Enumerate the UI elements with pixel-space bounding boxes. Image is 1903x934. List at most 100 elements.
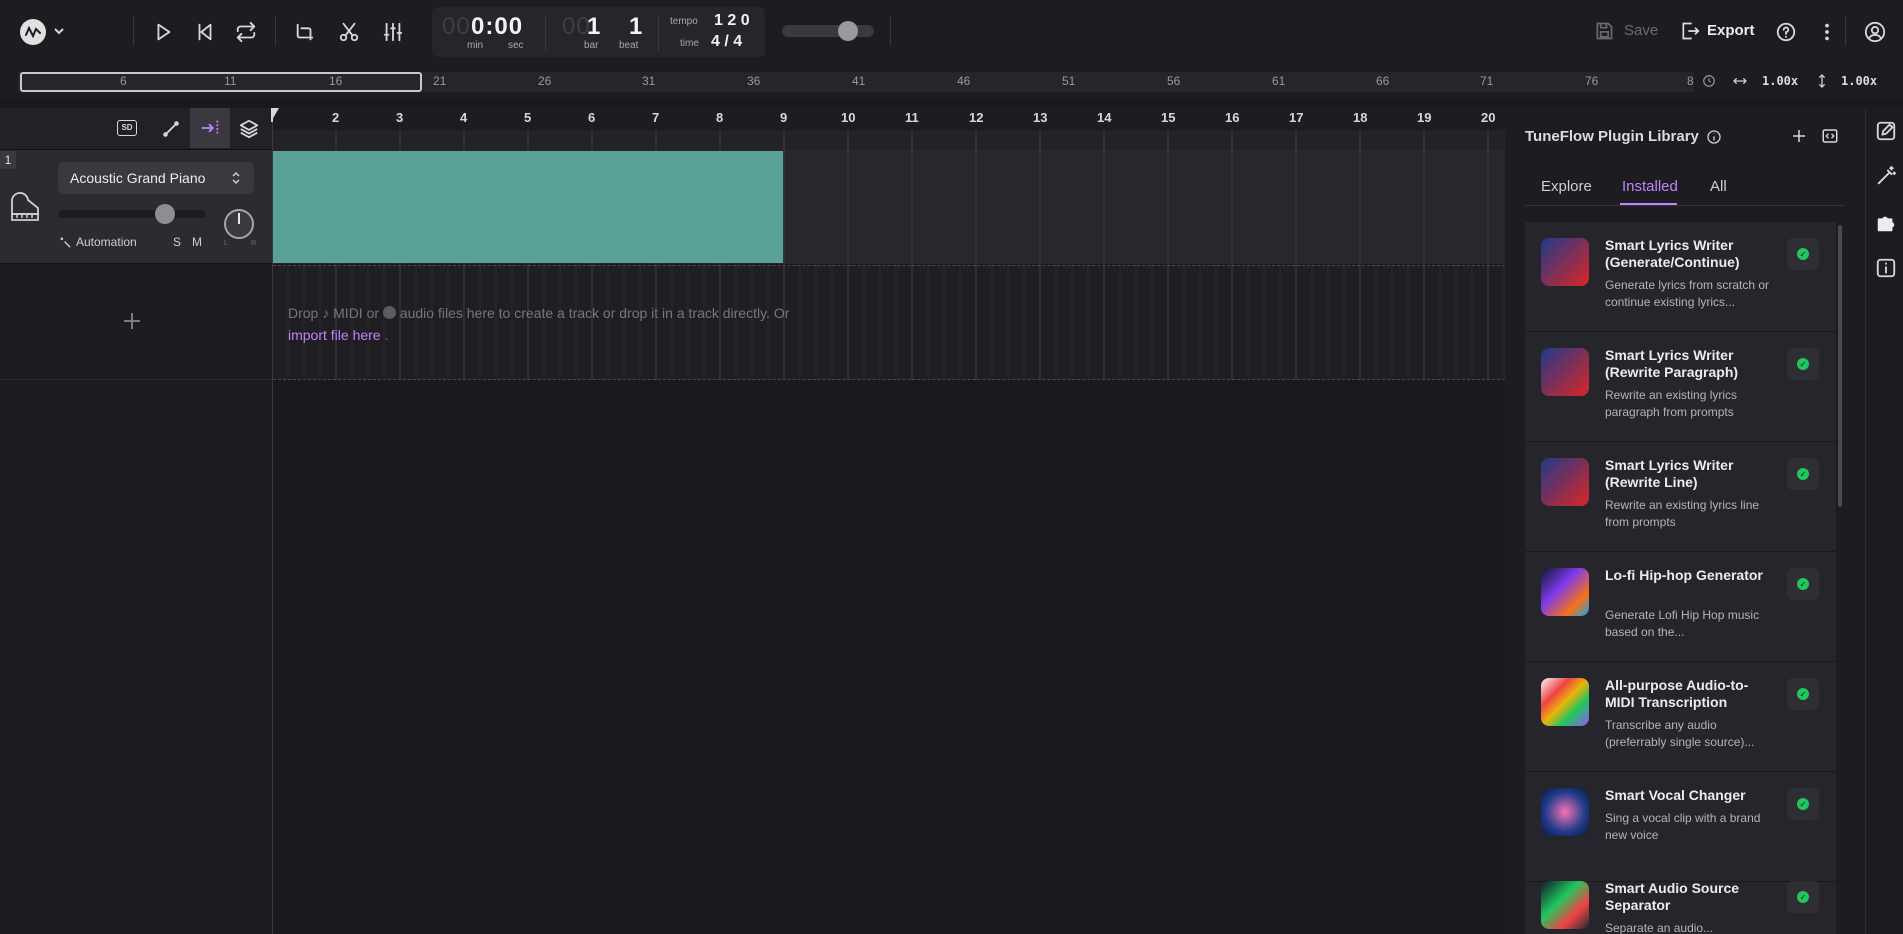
more-vertical-icon xyxy=(1825,23,1829,41)
mixer-button[interactable] xyxy=(379,18,407,46)
import-file-link[interactable]: import file here xyxy=(288,327,381,343)
help-circle-icon xyxy=(1776,22,1796,42)
pan-knob[interactable] xyxy=(224,209,254,239)
sd-icon: SD xyxy=(117,120,137,136)
plugin-icon xyxy=(1541,678,1589,726)
installed-check-button[interactable]: ✓ xyxy=(1787,238,1819,270)
help-button[interactable] xyxy=(1772,18,1800,46)
plugin-icon xyxy=(1541,568,1589,616)
overview-tick-label: 61 xyxy=(1272,74,1286,88)
tempo-label: tempo xyxy=(670,16,698,27)
tempo-value[interactable]: 1 2 0 xyxy=(714,12,750,30)
plugin-card[interactable]: Smart Lyrics Writer (Generate/Continue) G… xyxy=(1525,222,1836,332)
add-plugin-button[interactable] xyxy=(1790,127,1808,150)
loop-button[interactable] xyxy=(232,18,260,46)
ruler-bar-label: 7 xyxy=(652,110,660,125)
vertical-zoom-value[interactable]: 1.00x xyxy=(1841,74,1877,88)
time-signature-value[interactable]: 4 / 4 xyxy=(711,33,742,51)
plugin-card[interactable]: Smart Lyrics Writer (Rewrite Line) Rewrit… xyxy=(1525,442,1836,552)
ruler-bar-label: 17 xyxy=(1289,110,1304,125)
user-circle-icon xyxy=(1864,21,1886,43)
play-button[interactable] xyxy=(149,18,177,46)
ai-tools-button[interactable] xyxy=(1873,163,1899,189)
plugin-list-scrollbar[interactable] xyxy=(1838,225,1842,507)
divider xyxy=(658,15,659,51)
save-button[interactable]: Save xyxy=(1594,21,1670,43)
ruler-bar-label: 14 xyxy=(1097,110,1112,125)
volume-slider[interactable] xyxy=(58,210,206,218)
tab-installed[interactable]: Installed xyxy=(1622,178,1678,195)
installed-check-button[interactable]: ✓ xyxy=(1787,881,1819,913)
export-button[interactable]: Export xyxy=(1679,21,1759,43)
overview-viewport-window[interactable] xyxy=(20,72,422,92)
check-circle-icon: ✓ xyxy=(1797,688,1809,700)
ruler-bar-label: 19 xyxy=(1417,110,1432,125)
export-label: Export xyxy=(1707,22,1755,39)
info-panel-button[interactable] xyxy=(1873,255,1899,281)
installed-check-button[interactable]: ✓ xyxy=(1787,568,1819,600)
overview-tick-label: 6 xyxy=(120,74,127,88)
plugin-card[interactable]: Smart Audio Source Separator Separate an … xyxy=(1525,865,1836,934)
info-icon[interactable] xyxy=(1706,129,1722,150)
pan-knob-indicator xyxy=(238,213,240,224)
snap-to-cursor-button[interactable] xyxy=(190,108,230,148)
volume-slider-thumb[interactable] xyxy=(154,204,175,224)
plugin-description: Sing a vocal clip with a brand new voice xyxy=(1605,811,1761,842)
playhead-marker[interactable] xyxy=(271,108,281,122)
tab-all[interactable]: All xyxy=(1710,178,1727,195)
bar-label: bar xyxy=(584,40,599,51)
installed-check-button[interactable]: ✓ xyxy=(1787,458,1819,490)
plugin-card[interactable]: All-purpose Audio-to-MIDI Transcription T… xyxy=(1525,662,1836,772)
overview-tick-label: 21 xyxy=(433,74,447,88)
dev-plugin-button[interactable] xyxy=(1821,127,1839,150)
installed-check-button[interactable]: ✓ xyxy=(1787,348,1819,380)
plugin-title: Smart Lyrics Writer (Rewrite Paragraph) xyxy=(1605,347,1739,380)
plugins-panel-button[interactable] xyxy=(1873,210,1899,236)
info-square-icon xyxy=(1876,258,1896,278)
chevron-down-icon xyxy=(53,24,65,42)
ruler-bar-label: 20 xyxy=(1481,110,1496,125)
chevron-updown-icon xyxy=(232,171,240,185)
crop-tool-button[interactable] xyxy=(291,18,319,46)
plus-icon xyxy=(1793,130,1805,142)
horizontal-zoom-value[interactable]: 1.00x xyxy=(1762,74,1798,88)
zoom-slider-thumb[interactable] xyxy=(838,21,858,41)
automation-label: Automation xyxy=(76,235,137,249)
editor-panel-button[interactable] xyxy=(1873,118,1899,144)
beat-value: 1 xyxy=(629,13,644,40)
mute-button[interactable]: M xyxy=(192,235,202,249)
plugin-icon xyxy=(1541,458,1589,506)
automation-button[interactable]: Automation xyxy=(60,234,150,250)
check-circle-icon: ✓ xyxy=(1797,358,1809,370)
app-logo-menu[interactable] xyxy=(20,19,70,45)
connect-tool-button[interactable] xyxy=(160,118,184,142)
plugin-card[interactable]: Smart Lyrics Writer (Rewrite Paragraph) R… xyxy=(1525,332,1836,442)
drop-text-end: . xyxy=(384,327,389,343)
zoom-slider[interactable] xyxy=(782,25,874,37)
overview-tick-label: 36 xyxy=(747,74,761,88)
drop-text-start: Drop xyxy=(288,305,319,321)
midi-clip[interactable] xyxy=(273,151,783,263)
sd-toggle-button[interactable]: SD xyxy=(115,118,141,142)
plugin-title: Smart Vocal Changer xyxy=(1605,787,1746,803)
layers-button[interactable] xyxy=(238,118,264,142)
plugin-card[interactable]: Lo-fi Hip-hop Generator Generate Lofi Hip… xyxy=(1525,552,1836,662)
solo-button[interactable]: S xyxy=(173,235,181,249)
plugin-description: Rewrite an existing lyrics paragraph fro… xyxy=(1605,388,1738,419)
timeline-ruler[interactable] xyxy=(273,108,1505,130)
rewind-button[interactable] xyxy=(191,18,219,46)
tab-explore[interactable]: Explore xyxy=(1541,178,1592,195)
account-button[interactable] xyxy=(1861,18,1889,46)
scissors-icon xyxy=(339,22,359,42)
audio-icon xyxy=(382,306,396,319)
more-menu-button[interactable] xyxy=(1813,18,1841,46)
installed-check-button[interactable]: ✓ xyxy=(1787,788,1819,820)
piano-icon xyxy=(8,190,42,229)
cut-tool-button[interactable] xyxy=(335,18,363,46)
clock-minutes-leading: 00 xyxy=(442,13,471,40)
instrument-selector[interactable]: Acoustic Grand Piano xyxy=(58,162,254,194)
overview-tick-label: 16 xyxy=(329,74,343,88)
plugin-icon xyxy=(1541,788,1589,836)
plus-icon[interactable] xyxy=(120,309,144,338)
installed-check-button[interactable]: ✓ xyxy=(1787,678,1819,710)
